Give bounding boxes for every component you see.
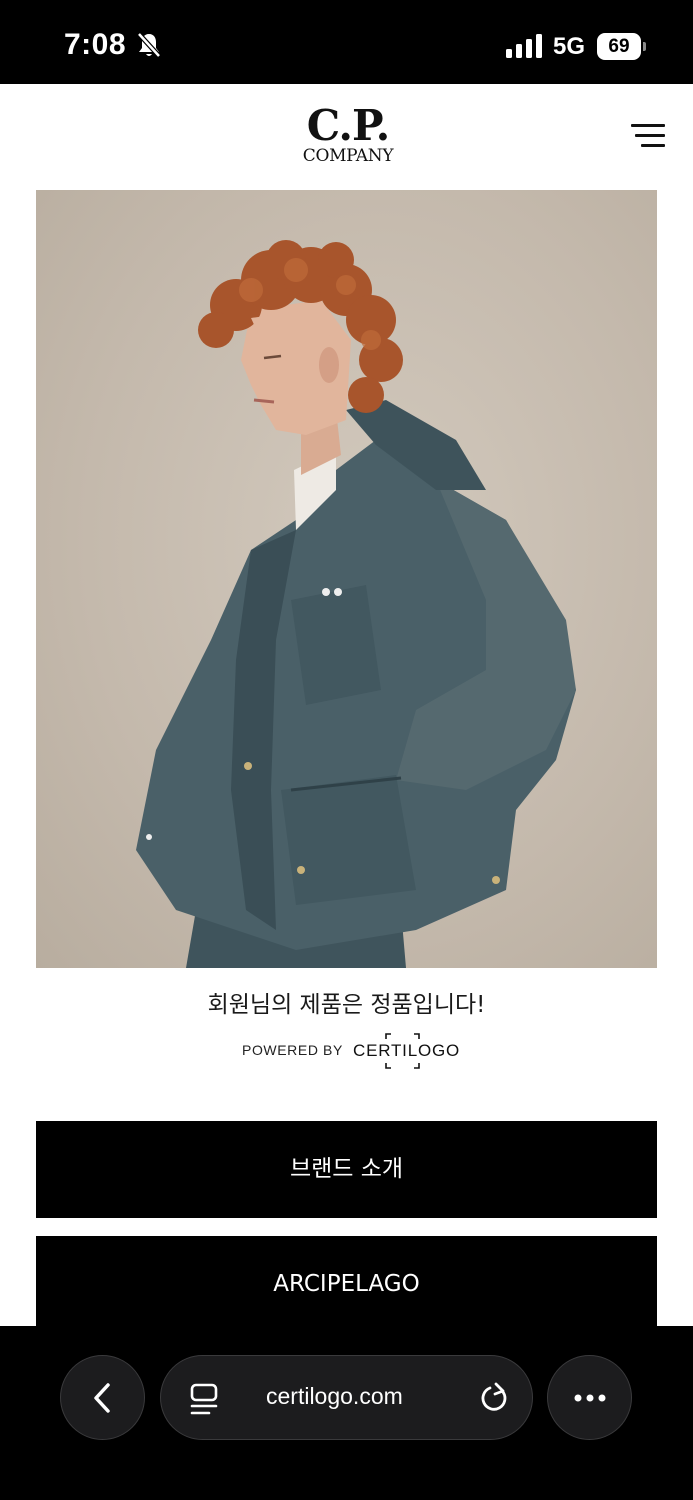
- cp-company-logo[interactable]: C.P. COMPANY: [296, 101, 400, 167]
- network-label: 5G: [553, 33, 586, 60]
- authentic-message: 회원님의 제품은 정품입니다!: [207, 992, 486, 1018]
- reload-icon[interactable]: [479, 1382, 511, 1414]
- chevron-left-icon: [94, 1383, 110, 1413]
- powered-by-certilogo: POWERED BY CERTILOGO: [0, 1029, 693, 1069]
- address-bar[interactable]: certilogo.com: [160, 1355, 533, 1440]
- webpage: C.P. COMPANY 회원님의 제품은 정품입니다! POWERED BY …: [0, 84, 693, 1326]
- logo-top-text: C.P.: [306, 101, 391, 150]
- powered-by-label: POWERED BY: [242, 1042, 343, 1058]
- back-button[interactable]: [60, 1355, 145, 1440]
- url-text: certilogo.com: [266, 1383, 403, 1409]
- certilogo-logo: CERTILOGO: [353, 1033, 459, 1069]
- battery-cap: [643, 42, 646, 51]
- arcipelago-button[interactable]: ARCIPELAGO: [36, 1236, 657, 1326]
- more-icon: [574, 1394, 606, 1402]
- tabs-icon: [190, 1383, 218, 1415]
- hamburger-menu-icon[interactable]: [631, 124, 665, 148]
- browser-toolbar: certilogo.com: [0, 1326, 693, 1500]
- status-bar: 7:08 5G 69: [0, 0, 693, 84]
- battery-level: 69: [597, 33, 641, 60]
- signal-bars-icon: [506, 34, 542, 58]
- battery-icon: 69: [597, 33, 647, 60]
- brand-intro-button[interactable]: 브랜드 소개: [36, 1121, 657, 1218]
- status-time: 7:08: [64, 28, 127, 61]
- more-button[interactable]: [547, 1355, 632, 1440]
- bell-slash-icon: [137, 32, 161, 58]
- logo-bottom-text: COMPANY: [302, 146, 394, 166]
- hero-photo: [36, 190, 657, 968]
- certilogo-wordmark: CERTILOGO: [353, 1041, 461, 1060]
- model-illustration: [136, 240, 576, 968]
